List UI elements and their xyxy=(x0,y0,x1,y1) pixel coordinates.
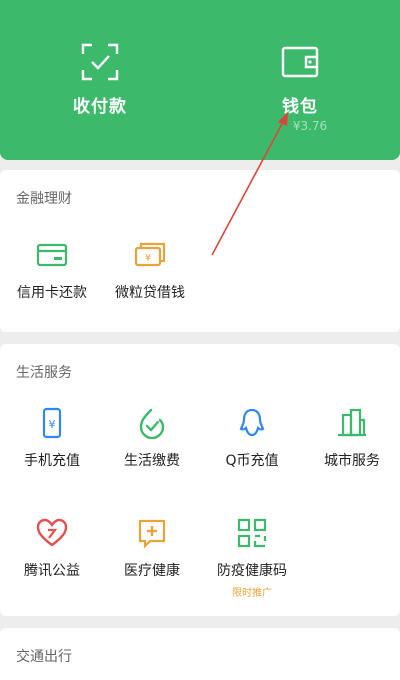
svg-text:¥: ¥ xyxy=(145,253,151,264)
grid-item-credit-card[interactable]: 信用卡还款 xyxy=(2,238,102,302)
grid-label: Q币充值 xyxy=(225,453,279,469)
section-title-life: 生活服务 xyxy=(16,365,72,381)
grid-label: 医疗健康 xyxy=(124,563,180,579)
health-qrcode-icon xyxy=(237,518,267,548)
grid-label: 防疫健康码 xyxy=(217,563,287,579)
wallet-header-card: 收付款 钱包 ¥3.76 xyxy=(0,0,400,160)
collect-pay-button[interactable]: 收付款 xyxy=(0,0,200,160)
grid-item-phone-recharge[interactable]: ¥ 手机充值 xyxy=(2,406,102,470)
wallet-icon xyxy=(281,46,319,78)
grid-label: 城市服务 xyxy=(324,453,380,469)
phone-recharge-icon: ¥ xyxy=(42,407,62,439)
grid-item-utility-payment[interactable]: 生活缴费 xyxy=(102,406,202,470)
wallet-label: 钱包 xyxy=(282,97,318,117)
scan-check-icon xyxy=(81,43,119,81)
collect-pay-label: 收付款 xyxy=(73,97,127,117)
charity-heart-icon xyxy=(36,518,68,547)
grid-label: 腾讯公益 xyxy=(24,563,80,579)
grid-label: 信用卡还款 xyxy=(17,285,87,301)
grid-item-city-service[interactable]: 城市服务 xyxy=(302,406,400,470)
finance-section: 金融理财 信用卡还款 ¥ 微粒贷借钱 xyxy=(0,170,400,332)
wallet-button[interactable]: 钱包 ¥3.76 xyxy=(200,0,400,160)
grid-label: 手机充值 xyxy=(24,453,80,469)
credit-card-icon xyxy=(36,243,68,267)
city-service-icon xyxy=(338,408,366,437)
grid-item-qq-coin[interactable]: Q币充值 xyxy=(202,406,302,470)
grid-label: 微粒贷借钱 xyxy=(115,285,185,301)
medical-health-icon xyxy=(138,519,166,549)
section-title-transport: 交通出行 xyxy=(16,649,72,665)
svg-text:¥: ¥ xyxy=(49,418,56,431)
utility-payment-icon xyxy=(139,408,165,440)
grid-item-tencent-charity[interactable]: 腾讯公益 xyxy=(2,516,102,580)
loan-money-icon: ¥ xyxy=(134,242,166,267)
section-title-finance: 金融理财 xyxy=(16,191,72,207)
transport-section: 交通出行 xyxy=(0,628,400,680)
grid-item-weili-loan[interactable]: ¥ 微粒贷借钱 xyxy=(100,238,200,302)
grid-item-health-code[interactable]: 防疫健康码 限时推广 xyxy=(202,516,302,599)
qq-coin-icon xyxy=(239,408,265,437)
life-services-section: 生活服务 ¥ 手机充值 生活缴费 Q币充值 城市服务 腾讯公益 医疗健康 防疫健… xyxy=(0,344,400,616)
grid-label: 生活缴费 xyxy=(124,453,180,469)
wallet-balance: ¥3.76 xyxy=(292,119,328,133)
promo-badge: 限时推广 xyxy=(232,588,272,599)
grid-item-medical-health[interactable]: 医疗健康 xyxy=(102,516,202,580)
